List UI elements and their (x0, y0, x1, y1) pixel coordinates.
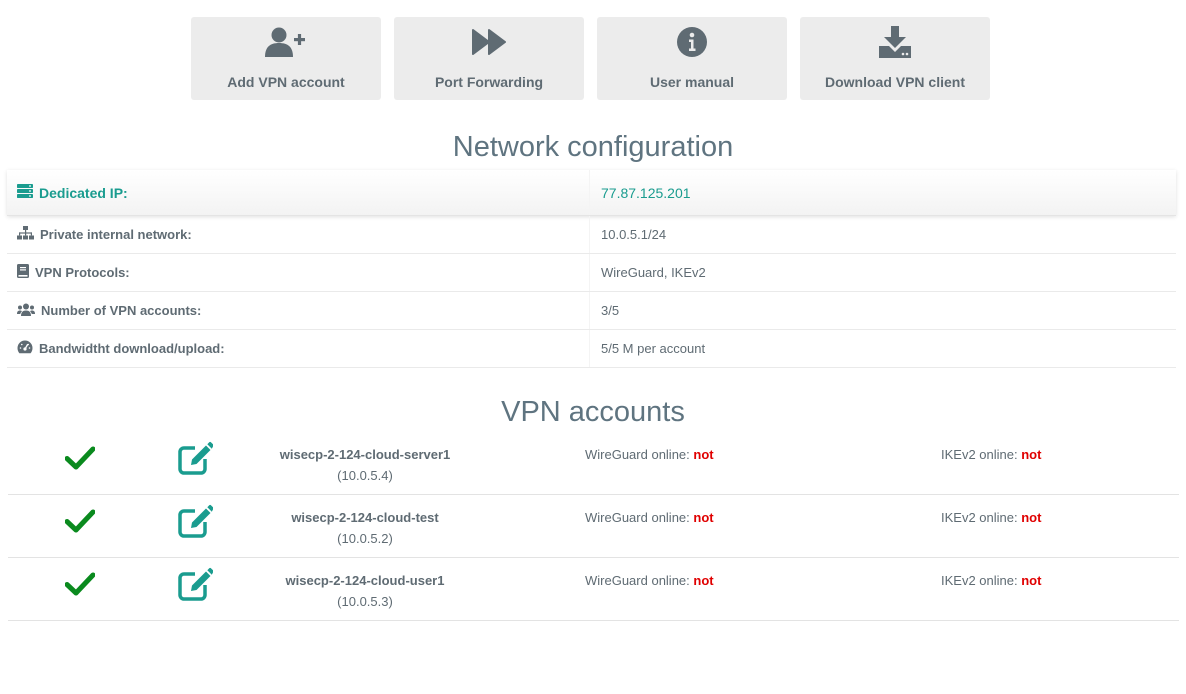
network-configuration-title: Network configuration (452, 131, 734, 163)
list-item: wisecp-2-124-cloud-user1 (10.0.5.3) Wire… (8, 558, 1179, 621)
download-icon (878, 26, 912, 58)
ikev2-status: IKEv2 online: not (941, 573, 1041, 588)
account-ip: (10.0.5.3) (337, 594, 393, 609)
action-label: User manual (649, 74, 735, 90)
edit-icon[interactable] (177, 504, 214, 543)
users-icon (17, 303, 35, 319)
row-value: 5/5 M per account (601, 341, 706, 356)
account-name: wisecp-2-124-cloud-server1 (279, 447, 451, 462)
table-row: Bandwidtht download/upload: 5/5 M per ac… (7, 330, 1176, 368)
column-divider (589, 254, 590, 291)
ikev2-label: IKEv2 online: (941, 447, 1022, 462)
network-config-table: Dedicated IP: 77.87.125.201 Private inte… (7, 170, 1176, 368)
wireguard-label: WireGuard online: (585, 573, 694, 588)
table-row: VPN Protocols: WireGuard, IKEv2 (7, 254, 1176, 292)
ikev2-label: IKEv2 online: (941, 510, 1022, 525)
table-row: Number of VPN accounts: 3/5 (7, 292, 1176, 330)
list-item: wisecp-2-124-cloud-server1 (10.0.5.4) Wi… (8, 432, 1179, 495)
wireguard-status: WireGuard online: not (585, 573, 714, 588)
ikev2-status: IKEv2 online: not (941, 447, 1041, 462)
edit-icon[interactable] (177, 441, 214, 480)
row-key: Bandwidtht download/upload: (17, 340, 225, 357)
ikev2-status-value: not (1021, 573, 1042, 588)
wireguard-status-value: not (693, 447, 714, 462)
edit-icon[interactable] (177, 567, 214, 606)
action-label: Download VPN client (824, 74, 965, 90)
table-row: Dedicated IP: 77.87.125.201 (7, 170, 1176, 216)
action-label: Add VPN account (227, 74, 345, 90)
row-label: Dedicated IP: (39, 184, 128, 201)
vpn-accounts-title: VPN accounts (501, 396, 685, 428)
account-name: wisecp-2-124-cloud-test (291, 510, 439, 525)
server-icon (17, 184, 33, 201)
column-divider (589, 292, 590, 329)
row-label: Bandwidtht download/upload: (39, 341, 225, 356)
user-manual-button[interactable]: User manual (597, 17, 787, 100)
ikev2-status: IKEv2 online: not (941, 510, 1041, 525)
account-name: wisecp-2-124-cloud-user1 (285, 573, 445, 588)
table-row: Private internal network: 10.0.5.1/24 (7, 216, 1176, 254)
info-icon (677, 27, 707, 57)
add-vpn-account-button[interactable]: Add VPN account (191, 17, 381, 100)
check-icon (64, 572, 96, 601)
row-label: Private internal network: (40, 227, 192, 242)
check-icon (64, 509, 96, 538)
book-icon (17, 264, 29, 281)
row-label: Number of VPN accounts: (41, 303, 202, 318)
wireguard-label: WireGuard online: (585, 510, 694, 525)
account-ip: (10.0.5.2) (337, 531, 393, 546)
ikev2-status-value: not (1021, 447, 1042, 462)
row-key: Number of VPN accounts: (17, 303, 201, 319)
wireguard-status-value: not (693, 510, 714, 525)
row-key: VPN Protocols: (17, 264, 130, 281)
action-toolbar: Add VPN account Port Forwarding User man… (191, 17, 990, 100)
check-icon (64, 446, 96, 475)
row-value: 3/5 (601, 303, 620, 318)
row-label: VPN Protocols: (35, 265, 130, 280)
action-label: Port Forwarding (434, 74, 544, 90)
ikev2-status-value: not (1021, 510, 1042, 525)
row-key: Dedicated IP: (17, 184, 128, 201)
row-value: WireGuard, IKEv2 (601, 265, 706, 280)
column-divider (589, 170, 590, 215)
column-divider (589, 330, 590, 367)
vpn-accounts-list: wisecp-2-124-cloud-server1 (10.0.5.4) Wi… (8, 432, 1179, 621)
add-user-icon (265, 27, 307, 57)
fast-forward-icon (472, 27, 506, 57)
gauge-icon (17, 340, 33, 357)
row-value: 10.0.5.1/24 (601, 227, 667, 242)
column-divider (589, 216, 590, 253)
wireguard-label: WireGuard online: (585, 447, 694, 462)
download-vpn-client-button[interactable]: Download VPN client (800, 17, 990, 100)
account-ip: (10.0.5.4) (337, 468, 393, 483)
wireguard-status-value: not (693, 573, 714, 588)
row-key: Private internal network: (17, 226, 192, 243)
wireguard-status: WireGuard online: not (585, 510, 714, 525)
dedicated-ip-value: 77.87.125.201 (601, 184, 691, 201)
sitemap-icon (17, 226, 34, 243)
wireguard-status: WireGuard online: not (585, 447, 714, 462)
port-forwarding-button[interactable]: Port Forwarding (394, 17, 584, 100)
ikev2-label: IKEv2 online: (941, 573, 1022, 588)
list-item: wisecp-2-124-cloud-test (10.0.5.2) WireG… (8, 495, 1179, 558)
